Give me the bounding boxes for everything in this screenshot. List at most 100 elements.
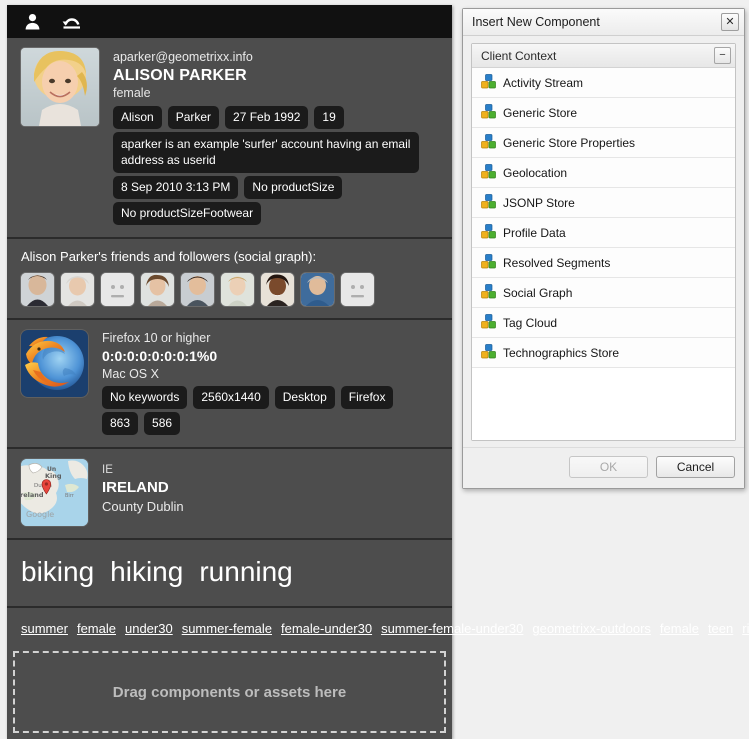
component-icon — [481, 283, 496, 302]
tag-cloud: biking hiking running — [21, 550, 438, 594]
tech-pill: Desktop — [274, 386, 335, 409]
component-icon — [481, 343, 496, 362]
profile-pill: Parker — [167, 106, 220, 129]
component-list-item[interactable]: Resolved Segments — [472, 248, 735, 278]
tech-pill-row-1: No keywords 2560x1440 Desktop Firefox — [102, 386, 438, 409]
segment-list: summer female under30 summer-female female-u… — [21, 618, 749, 639]
avatar — [21, 48, 99, 126]
dialog-footer: OK Cancel — [463, 447, 744, 488]
reset-icon[interactable] — [59, 10, 85, 34]
component-list-item[interactable]: JSONP Store — [472, 188, 735, 218]
friend-avatar-placeholder[interactable] — [341, 273, 374, 306]
tag-cloud-item[interactable]: hiking — [110, 554, 183, 590]
technographics-section: Firefox 10 or higher 0:0:0:0:0:0:0:1%0 M… — [7, 318, 452, 447]
segment-link[interactable]: summer — [21, 621, 68, 636]
collapse-icon[interactable]: − — [714, 47, 731, 64]
tag-cloud-section: biking hiking running — [7, 538, 452, 606]
segment-link[interactable]: female — [660, 621, 699, 636]
component-icon — [481, 163, 496, 182]
friend-avatar[interactable] — [261, 273, 294, 306]
tech-pill: No keywords — [102, 386, 188, 409]
svg-text:Google: Google — [26, 510, 54, 519]
component-list-item[interactable]: Geolocation — [472, 158, 735, 188]
person-icon[interactable] — [19, 10, 45, 34]
segment-link[interactable]: geometrixx-outdoors — [532, 621, 651, 636]
profile-pill: No productSize — [244, 176, 343, 199]
tag-cloud-item[interactable]: running — [199, 554, 292, 590]
component-icon — [481, 193, 496, 212]
insert-new-component-dialog: Insert New Component ✕ Client Context − … — [462, 8, 745, 489]
component-icon — [481, 313, 496, 332]
component-list-empty-area — [472, 368, 735, 440]
component-label: Generic Store Properties — [503, 135, 636, 150]
operating-system: Mac OS X — [102, 367, 159, 381]
component-label: Geolocation — [503, 165, 568, 180]
friend-avatar-placeholder[interactable] — [101, 273, 134, 306]
profile-pill: 27 Feb 1992 — [225, 106, 309, 129]
profile-pill: 8 Sep 2010 3:13 PM — [113, 176, 239, 199]
component-icon — [481, 253, 496, 272]
component-list-item[interactable]: Generic Store — [472, 98, 735, 128]
profile-pill-row-2: 8 Sep 2010 3:13 PM No productSize — [113, 176, 438, 199]
dropzone-label: Drag components or assets here — [112, 683, 347, 701]
tech-pill: 863 — [102, 412, 139, 435]
profile-pill: No productSizeFootwear — [113, 202, 262, 225]
component-label: Technographics Store — [503, 345, 620, 360]
component-label: Tag Cloud — [503, 315, 558, 330]
segment-link[interactable]: female — [77, 621, 116, 636]
dialog-titlebar[interactable]: Insert New Component ✕ — [463, 9, 744, 36]
dropzone-wrapper: Drag components or assets here — [7, 651, 452, 739]
profile-about: aparker is an example 'surfer' account h… — [113, 132, 419, 173]
component-list-item[interactable]: Technographics Store — [472, 338, 735, 368]
friend-avatar[interactable] — [221, 273, 254, 306]
close-icon[interactable]: ✕ — [721, 13, 739, 31]
component-label: Profile Data — [503, 225, 566, 240]
map-thumbnail[interactable]: Un King Dublin reland Birr Google — [21, 459, 88, 526]
resolved-segments-section: summer female under30 summer-female female-u… — [7, 606, 749, 651]
component-label: Social Graph — [503, 285, 573, 300]
component-list-item[interactable]: Social Graph — [472, 278, 735, 308]
ip-address: 0:0:0:0:0:0:0:1%0 — [102, 348, 218, 364]
profile-pill-row-1: Alison Parker 27 Feb 1992 19 — [113, 106, 438, 129]
segment-link[interactable]: summer-female — [182, 621, 272, 636]
region-name: County Dublin — [102, 499, 184, 514]
component-list-item[interactable]: Tag Cloud — [472, 308, 735, 338]
tech-pill: 2560x1440 — [193, 386, 269, 409]
component-list-item[interactable]: Activity Stream — [472, 68, 735, 98]
component-list-item[interactable]: Generic Store Properties — [472, 128, 735, 158]
friend-avatar[interactable] — [301, 273, 334, 306]
svg-text:King: King — [45, 472, 62, 480]
social-graph-avatar-row — [21, 273, 438, 306]
profile-pill: Alison — [113, 106, 162, 129]
component-icon — [481, 223, 496, 242]
profile-name: ALISON PARKER — [113, 67, 247, 84]
component-group-header[interactable]: Client Context − — [472, 44, 735, 68]
client-context-toolbar — [7, 5, 452, 38]
component-label: Activity Stream — [503, 75, 584, 90]
ok-button[interactable]: OK — [569, 456, 648, 478]
component-group: Client Context − Activity Stream Generic… — [471, 43, 736, 441]
profile-gender: female — [113, 86, 151, 100]
friend-avatar[interactable] — [141, 273, 174, 306]
component-dropzone[interactable]: Drag components or assets here — [13, 651, 446, 733]
tech-pill-row-2: 863 586 — [102, 412, 438, 435]
segment-link[interactable]: under30 — [125, 621, 173, 636]
profile-pill-row-3: No productSizeFootwear — [113, 202, 438, 225]
segment-link[interactable]: right — [742, 621, 749, 636]
component-icon — [481, 73, 496, 92]
component-icon — [481, 103, 496, 122]
friend-avatar[interactable] — [21, 273, 54, 306]
segment-link[interactable]: teen — [708, 621, 733, 636]
cancel-button[interactable]: Cancel — [656, 456, 735, 478]
component-list-item[interactable]: Profile Data — [472, 218, 735, 248]
tech-pill: 586 — [144, 412, 181, 435]
country-name: IRELAND — [102, 479, 169, 496]
segment-link[interactable]: female-under30 — [281, 621, 372, 636]
component-icon — [481, 133, 496, 152]
profile-pill: 19 — [314, 106, 344, 129]
friend-avatar[interactable] — [61, 273, 94, 306]
segment-link[interactable]: summer-female-under30 — [381, 621, 523, 636]
firefox-icon — [21, 330, 88, 397]
tag-cloud-item[interactable]: biking — [21, 554, 94, 590]
friend-avatar[interactable] — [181, 273, 214, 306]
